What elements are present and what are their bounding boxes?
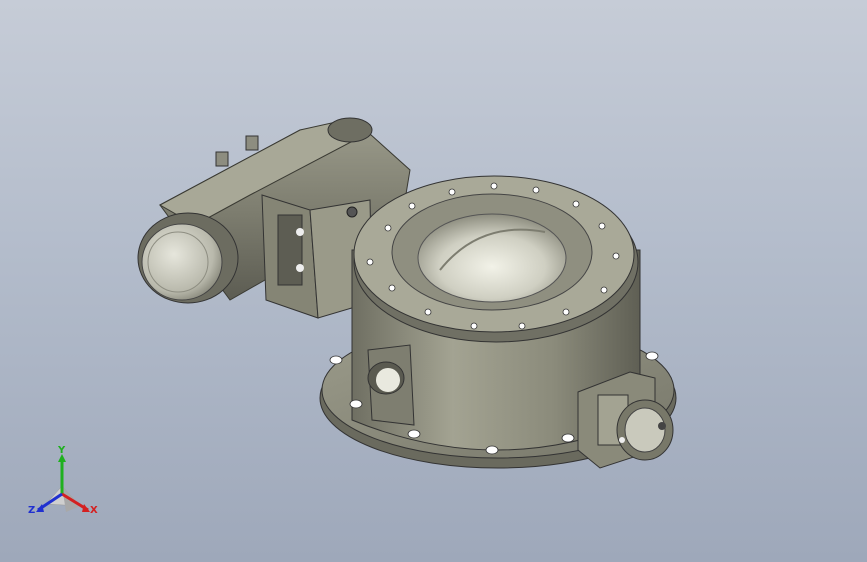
triad-z-label: Z <box>28 505 36 516</box>
triad-y-label: Y <box>58 445 66 456</box>
orientation-triad[interactable]: Y X Z <box>24 446 104 526</box>
triad-x-label: X <box>90 505 98 516</box>
valve-assembly-model[interactable] <box>0 0 867 562</box>
graphics-viewport[interactable]: Y X Z <box>0 0 867 562</box>
